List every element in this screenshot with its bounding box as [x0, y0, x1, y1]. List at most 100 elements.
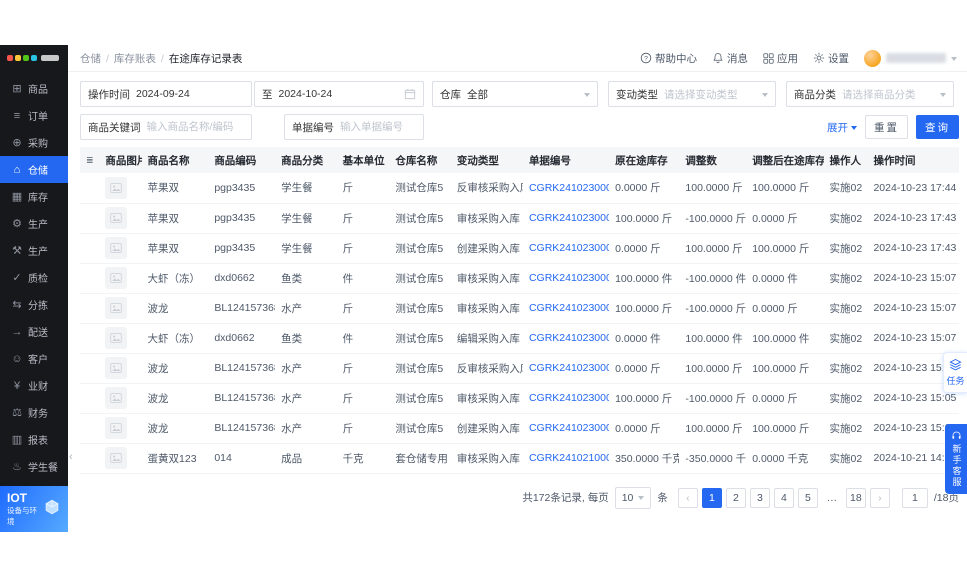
adjust-qty: -100.0000 件	[679, 263, 747, 294]
category-placeholder: 请选择商品分类	[842, 88, 916, 101]
sidebar-item-label: 学生餐	[28, 463, 58, 474]
sidebar-item-inventory[interactable]: ▦ 库存	[0, 183, 68, 210]
task-float-button[interactable]: 任务	[943, 352, 967, 393]
before-in-transit-qty: 100.0000 件	[609, 263, 680, 294]
breadcrumb-warehouse[interactable]: 仓储	[80, 51, 114, 66]
quality-check-icon: ✓	[12, 272, 22, 284]
user-avatar	[864, 49, 881, 67]
doc-no-link[interactable]: CGRK24102300001	[529, 272, 609, 284]
column-header-8: 原在途库存	[609, 147, 680, 173]
column-header-4: 基本单位	[336, 147, 390, 173]
date-to-picker[interactable]: 至 2024-10-24	[254, 81, 424, 107]
doc-no-link[interactable]: CGRK24102300001	[529, 362, 609, 374]
page-size-select[interactable]: 10	[614, 486, 652, 509]
operator: 实施02	[823, 413, 868, 444]
sidebar-item-warehouse[interactable]: ⌂ 仓储	[0, 156, 68, 183]
filter-row-1: 操作时间 2024-09-24 至 2024-10-24 仓库 全部 变动类型 …	[80, 81, 959, 107]
operate-time-label: 操作时间	[88, 88, 130, 101]
page-button-4[interactable]: 4	[773, 487, 794, 508]
sidebar-menu: ⊞ 商品 ≡ 订单 ⊕ 采购 ⌂ 仓储 ▦ 库存 ⚙ 生产 ⚒ 生产 ✓ 质检 ⇆ 分拣 → 配送 ☺ 客户 ¥ 业财 ⚖ 财务 ▥…	[0, 71, 68, 486]
topbar-actions: ? 帮助中心 消息 应用 设置	[640, 49, 957, 67]
warehouse-name: 测试仓库5	[389, 353, 451, 384]
doc-no-link[interactable]: CGRK24102300002	[529, 212, 609, 224]
messages-button[interactable]: 消息	[712, 51, 748, 66]
sidebar-item-reports[interactable]: ▥ 报表	[0, 426, 68, 453]
doc-no-input[interactable]	[340, 121, 416, 133]
sidebar-item-finance[interactable]: ⚖ 财务	[0, 399, 68, 426]
category-select[interactable]: 商品分类 请选择商品分类	[786, 81, 954, 107]
adjust-qty: -350.0000 千克	[679, 443, 747, 474]
student-meal-icon: ♨	[12, 461, 22, 473]
date-to-value: 2024-10-24	[278, 88, 333, 100]
doc-no-link[interactable]: CGRK24102300001	[529, 392, 609, 404]
headset-icon	[951, 431, 961, 439]
iot-module-card[interactable]: IOT 设备与环境	[0, 486, 68, 532]
help-center-button[interactable]: ? 帮助中心	[640, 51, 697, 66]
sidebar-item-customers[interactable]: ☺ 客户	[0, 345, 68, 372]
doc-no-link[interactable]: CGRK24102300001	[529, 422, 609, 434]
keyword-input[interactable]	[146, 121, 244, 133]
base-unit: 千克	[336, 443, 390, 474]
user-menu[interactable]	[864, 49, 957, 67]
before-in-transit-qty: 100.0000 斤	[609, 383, 680, 414]
date-from-picker[interactable]: 操作时间 2024-09-24	[80, 81, 252, 107]
operator: 实施02	[823, 233, 868, 264]
sidebar-item-business-finance[interactable]: ¥ 业财	[0, 372, 68, 399]
table-scroll-left-icon[interactable]: ‹	[69, 451, 73, 463]
search-button[interactable]: 查询	[916, 115, 959, 139]
warehouse-name: 测试仓库5	[389, 203, 451, 234]
app-logo	[0, 45, 68, 71]
column-header-6: 变动类型	[450, 147, 523, 173]
sidebar-item-student-meal[interactable]: ♨ 学生餐	[0, 453, 68, 480]
base-unit: 斤	[336, 173, 390, 204]
sidebar-item-delivery[interactable]: → 配送	[0, 318, 68, 345]
warehouse-name: 测试仓库5	[389, 233, 451, 264]
sidebar-item-quality-check[interactable]: ✓ 质检	[0, 264, 68, 291]
apps-button[interactable]: 应用	[763, 51, 798, 66]
expand-filters-link[interactable]: 展开	[827, 120, 857, 135]
filter-row-2: 商品关键词 单据编号 展开 重置 查询	[80, 114, 959, 140]
product-image-placeholder	[105, 267, 128, 289]
sidebar-item-sorting[interactable]: ⇆ 分拣	[0, 291, 68, 318]
page-button-1[interactable]: 1	[701, 487, 722, 508]
settings-button[interactable]: 设置	[813, 51, 849, 66]
change-type: 创建采购入库	[450, 413, 523, 444]
doc-no-link[interactable]: CGRK24102300001	[529, 302, 609, 314]
adjust-qty: 100.0000 斤	[679, 353, 747, 384]
prev-page-button[interactable]: ‹	[677, 487, 698, 508]
sidebar-item-production-2[interactable]: ⚒ 生产	[0, 237, 68, 264]
before-in-transit-qty: 0.0000 斤	[609, 233, 680, 264]
page-button-3[interactable]: 3	[749, 487, 770, 508]
reset-button[interactable]: 重置	[865, 115, 908, 139]
sidebar-item-label: 仓储	[28, 166, 48, 177]
page-button-5[interactable]: 5	[797, 487, 818, 508]
product-category: 水产	[275, 353, 337, 384]
logo-dot-1	[15, 55, 21, 61]
sidebar-item-label: 采购	[28, 139, 48, 150]
sidebar-item-goods[interactable]: ⊞ 商品	[0, 75, 68, 102]
product-image-placeholder	[105, 327, 128, 349]
doc-no-link[interactable]: CGRK24102300002	[529, 242, 609, 254]
change-type: 编辑采购入库	[450, 323, 523, 354]
page-button-18[interactable]: 18	[845, 487, 866, 508]
doc-no-link[interactable]: CGRK24102300002	[529, 182, 609, 194]
jump-page-input[interactable]	[901, 487, 928, 508]
adjust-qty: -100.0000 斤	[679, 203, 747, 234]
sidebar-item-production[interactable]: ⚙ 生产	[0, 210, 68, 237]
change-type: 反审核采购入库	[450, 173, 523, 204]
doc-no-link[interactable]: CGRK24102100002	[529, 452, 609, 464]
next-page-button[interactable]: ›	[869, 487, 890, 508]
customer-service-float-button[interactable]: 新手客服	[945, 424, 967, 494]
warehouse-select[interactable]: 仓库 全部	[432, 81, 598, 107]
change-type-select[interactable]: 变动类型 请选择变动类型	[608, 81, 776, 107]
column-header-12: 操作时间	[867, 147, 959, 173]
doc-no-link[interactable]: CGRK24102300001	[529, 332, 609, 344]
page-button-2[interactable]: 2	[725, 487, 746, 508]
business-finance-icon: ¥	[13, 379, 21, 392]
breadcrumb-inventory-ledger[interactable]: 库存账表	[114, 51, 169, 66]
expand-all-icon[interactable]: ≣	[80, 147, 100, 173]
sidebar-item-orders[interactable]: ≡ 订单	[0, 102, 68, 129]
product-image-placeholder	[105, 297, 128, 319]
sidebar-item-procurement[interactable]: ⊕ 采购	[0, 129, 68, 156]
product-image-cell	[99, 233, 142, 264]
